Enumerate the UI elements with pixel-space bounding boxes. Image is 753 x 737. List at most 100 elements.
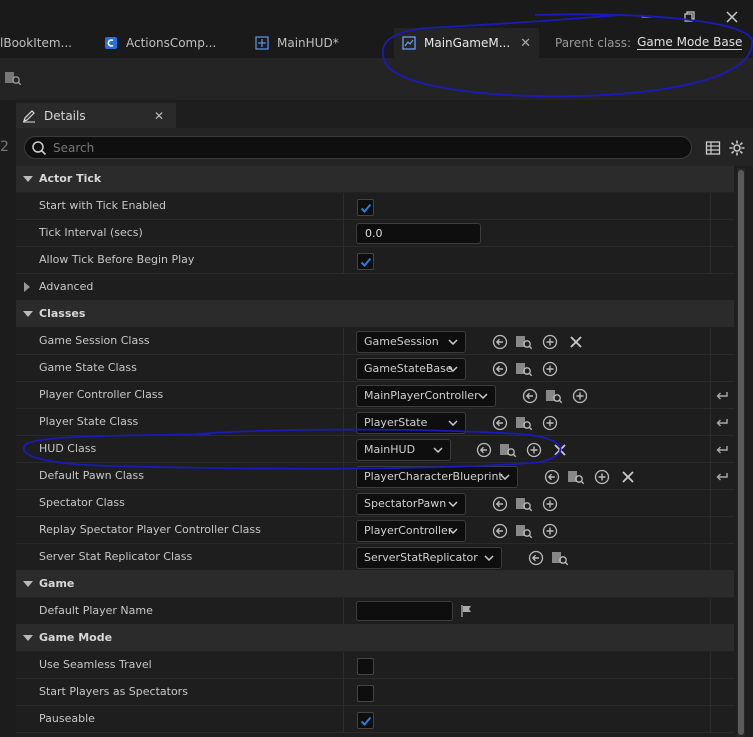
tab-lbookitem[interactable]: lBookItem... bbox=[0, 28, 90, 58]
browse-asset-icon[interactable] bbox=[499, 441, 517, 459]
settings-gear-icon[interactable] bbox=[728, 139, 746, 157]
property-label: Player Controller Class bbox=[39, 388, 164, 401]
class-combo[interactable]: GameSession bbox=[356, 331, 466, 353]
browse-asset-icon[interactable] bbox=[515, 360, 533, 378]
tab-maingamemode[interactable]: MainGameM... ✕ bbox=[394, 28, 539, 58]
browse-asset-icon[interactable] bbox=[515, 333, 533, 351]
add-new-icon[interactable] bbox=[541, 495, 559, 513]
default-player-name-input[interactable] bbox=[356, 601, 453, 621]
tick-interval-input[interactable]: 0.0 bbox=[356, 223, 481, 244]
class-combo[interactable]: PlayerState bbox=[356, 412, 466, 434]
browse-asset-icon[interactable] bbox=[551, 549, 569, 567]
property-row: Pauseable bbox=[16, 706, 734, 733]
browse-asset-icon[interactable] bbox=[515, 495, 533, 513]
use-selected-icon[interactable] bbox=[475, 441, 493, 459]
property-label: Server Stat Replicator Class bbox=[39, 550, 193, 563]
widget-icon bbox=[255, 36, 269, 50]
add-new-icon[interactable] bbox=[541, 360, 559, 378]
localization-flag-icon[interactable] bbox=[460, 604, 474, 618]
close-tab-icon[interactable]: ✕ bbox=[520, 36, 531, 51]
tab-actionscomp[interactable]: ActionsComp... bbox=[104, 28, 244, 58]
add-new-icon[interactable] bbox=[541, 333, 559, 351]
chevron-down-icon bbox=[432, 440, 444, 460]
use-selected-icon[interactable] bbox=[521, 387, 539, 405]
advanced-expander[interactable]: Advanced bbox=[16, 274, 734, 301]
section-actor-tick[interactable]: Actor Tick bbox=[16, 166, 734, 193]
browse-folder-icon[interactable] bbox=[4, 70, 22, 86]
class-combo[interactable]: MainPlayerController bbox=[356, 385, 496, 407]
section-classes[interactable]: Classes bbox=[16, 301, 734, 328]
class-combo[interactable]: GameStateBase bbox=[356, 358, 466, 380]
editor-tab-bar: — lBookItem... ActionsComp... MainHUD* M… bbox=[0, 0, 753, 58]
class-combo[interactable]: PlayerCharacterBlueprint bbox=[356, 466, 518, 488]
add-new-icon[interactable] bbox=[525, 441, 543, 459]
reset-to-default-icon[interactable] bbox=[714, 469, 730, 485]
use-selected-icon[interactable] bbox=[543, 468, 561, 486]
restore-icon[interactable] bbox=[679, 6, 701, 28]
browse-asset-icon[interactable] bbox=[515, 414, 533, 432]
chevron-down-icon bbox=[483, 548, 495, 568]
parent-class: Parent class: Game Mode Base bbox=[555, 28, 743, 58]
pauseable-checkbox[interactable] bbox=[357, 712, 374, 729]
property-row: Spectator Class SpectatorPawn bbox=[16, 490, 734, 517]
search-input[interactable] bbox=[53, 140, 653, 155]
add-new-icon[interactable] bbox=[571, 387, 589, 405]
use-selected-icon[interactable] bbox=[491, 414, 509, 432]
combo-value: PlayerController bbox=[364, 524, 453, 537]
property-label: Allow Tick Before Begin Play bbox=[39, 253, 195, 266]
browse-asset-icon[interactable] bbox=[515, 522, 533, 540]
use-selected-icon[interactable] bbox=[491, 360, 509, 378]
add-new-icon[interactable] bbox=[541, 522, 559, 540]
class-combo[interactable]: MainHUD bbox=[356, 439, 451, 461]
property-row: Start with Tick Enabled bbox=[16, 193, 734, 220]
property-label: Tick Interval (secs) bbox=[39, 226, 143, 239]
class-combo[interactable]: PlayerController bbox=[356, 520, 466, 542]
table-view-icon[interactable] bbox=[705, 140, 721, 156]
use-selected-icon[interactable] bbox=[491, 333, 509, 351]
close-panel-icon[interactable]: ✕ bbox=[154, 109, 164, 123]
scrollbar-thumb[interactable] bbox=[738, 170, 744, 735]
use-selected-icon[interactable] bbox=[527, 549, 545, 567]
clear-icon[interactable] bbox=[619, 468, 637, 486]
clear-icon[interactable] bbox=[551, 441, 569, 459]
use-selected-icon[interactable] bbox=[491, 522, 509, 540]
chevron-down-icon bbox=[477, 386, 489, 406]
start-with-tick-checkbox[interactable] bbox=[357, 199, 374, 216]
section-game[interactable]: Game bbox=[16, 571, 734, 598]
class-combo[interactable]: SpectatorPawn bbox=[356, 493, 466, 515]
add-new-icon[interactable] bbox=[593, 468, 611, 486]
expand-arrow-icon bbox=[24, 282, 30, 292]
section-title: Game bbox=[39, 577, 75, 590]
browse-asset-icon[interactable] bbox=[567, 468, 585, 486]
minimize-icon[interactable]: — bbox=[637, 6, 659, 28]
seamless-travel-checkbox[interactable] bbox=[357, 658, 374, 675]
reset-to-default-icon[interactable] bbox=[714, 388, 730, 404]
property-row: Game Session Class GameSession bbox=[16, 328, 734, 355]
details-tab[interactable]: Details ✕ bbox=[16, 103, 176, 128]
property-label: Replay Spectator Player Controller Class bbox=[39, 523, 261, 536]
property-row: HUD Class MainHUD bbox=[16, 436, 734, 463]
collapse-arrow-icon bbox=[23, 176, 33, 182]
property-label: HUD Class bbox=[39, 442, 97, 455]
allow-tick-checkbox[interactable] bbox=[357, 253, 374, 270]
parent-class-link[interactable]: Game Mode Base bbox=[637, 36, 743, 50]
add-new-icon[interactable] bbox=[541, 414, 559, 432]
search-box[interactable] bbox=[24, 136, 692, 159]
collapse-arrow-icon bbox=[23, 635, 33, 641]
reset-to-default-icon[interactable] bbox=[714, 442, 730, 458]
property-label: Game Session Class bbox=[39, 334, 150, 347]
close-window-icon[interactable] bbox=[721, 6, 743, 28]
chevron-down-icon bbox=[447, 332, 459, 352]
section-game-mode[interactable]: Game Mode bbox=[16, 625, 734, 652]
property-label: Default Pawn Class bbox=[39, 469, 144, 482]
property-row: Tick Interval (secs) 0.0 bbox=[16, 220, 734, 247]
class-combo[interactable]: ServerStatReplicator bbox=[356, 547, 502, 569]
tab-mainhud[interactable]: MainHUD* bbox=[255, 28, 365, 58]
clear-icon[interactable] bbox=[567, 333, 585, 351]
start-spectators-checkbox[interactable] bbox=[357, 685, 374, 702]
use-selected-icon[interactable] bbox=[491, 495, 509, 513]
combo-value: MainPlayerController bbox=[364, 389, 479, 402]
browse-asset-icon[interactable] bbox=[545, 387, 563, 405]
reset-to-default-icon[interactable] bbox=[714, 415, 730, 431]
combo-value: GameStateBase bbox=[364, 362, 453, 375]
